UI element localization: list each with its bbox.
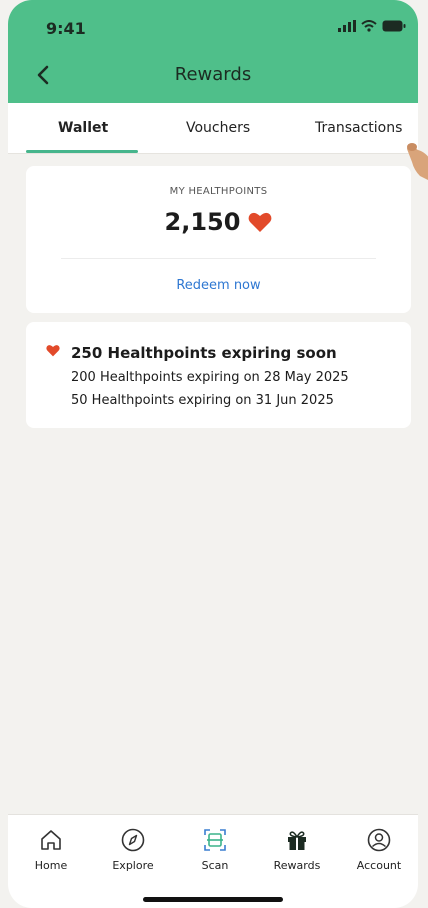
battery-icon [382, 20, 406, 32]
heart-icon [249, 212, 272, 232]
heart-icon [46, 345, 60, 357]
page-title: Rewards [174, 64, 252, 85]
tab-transactions[interactable]: Transactions [315, 120, 402, 136]
expiring-title: 250 Healthpoints expiring soon [71, 344, 337, 362]
nav-explore[interactable]: Explore [98, 827, 168, 872]
card-divider [61, 258, 376, 259]
nav-scan[interactable]: Scan [180, 827, 250, 872]
app-header: 9:41 Rewards [8, 0, 418, 103]
compass-icon [121, 828, 145, 852]
expiry-detail: 50 Healthpoints expiring on 31 Jun 2025 [71, 393, 334, 408]
expiry-detail: 200 Healthpoints expiring on 28 May 2025 [71, 370, 349, 385]
healthpoints-card: MY HEALTHPOINTS 2,150 Redeem now [26, 166, 411, 313]
bottom-navigation: Home Explore Scan Rewards Account [8, 814, 418, 908]
nav-rewards-label: Rewards [273, 859, 321, 872]
scan-icon [204, 829, 226, 851]
healthpoints-label: MY HEALTHPOINTS [169, 186, 268, 197]
wifi-icon [361, 20, 377, 32]
status-time: 9:41 [46, 19, 86, 38]
healthpoints-value: 2,150 [164, 208, 241, 236]
tab-vouchers[interactable]: Vouchers [186, 120, 250, 136]
user-icon [367, 828, 391, 852]
home-indicator [143, 897, 283, 902]
nav-explore-label: Explore [112, 859, 154, 872]
home-icon [41, 830, 61, 850]
status-icons [338, 20, 406, 32]
nav-account[interactable]: Account [344, 827, 414, 872]
nav-home-label: Home [34, 859, 68, 872]
redeem-now-link[interactable]: Redeem now [26, 278, 411, 293]
nav-scan-label: Scan [201, 859, 229, 872]
nav-account-label: Account [356, 859, 402, 872]
expiring-points-card: 250 Healthpoints expiring soon 200 Healt… [26, 322, 411, 428]
signal-icon [338, 20, 356, 32]
active-tab-indicator [26, 150, 138, 153]
tab-wallet[interactable]: Wallet [58, 120, 108, 136]
nav-rewards[interactable]: Rewards [262, 827, 332, 872]
nav-home[interactable]: Home [16, 827, 86, 872]
healthpoints-balance: 2,150 [26, 208, 411, 236]
gift-icon [288, 831, 306, 850]
tab-bar: Wallet Vouchers Transactions [8, 103, 418, 154]
